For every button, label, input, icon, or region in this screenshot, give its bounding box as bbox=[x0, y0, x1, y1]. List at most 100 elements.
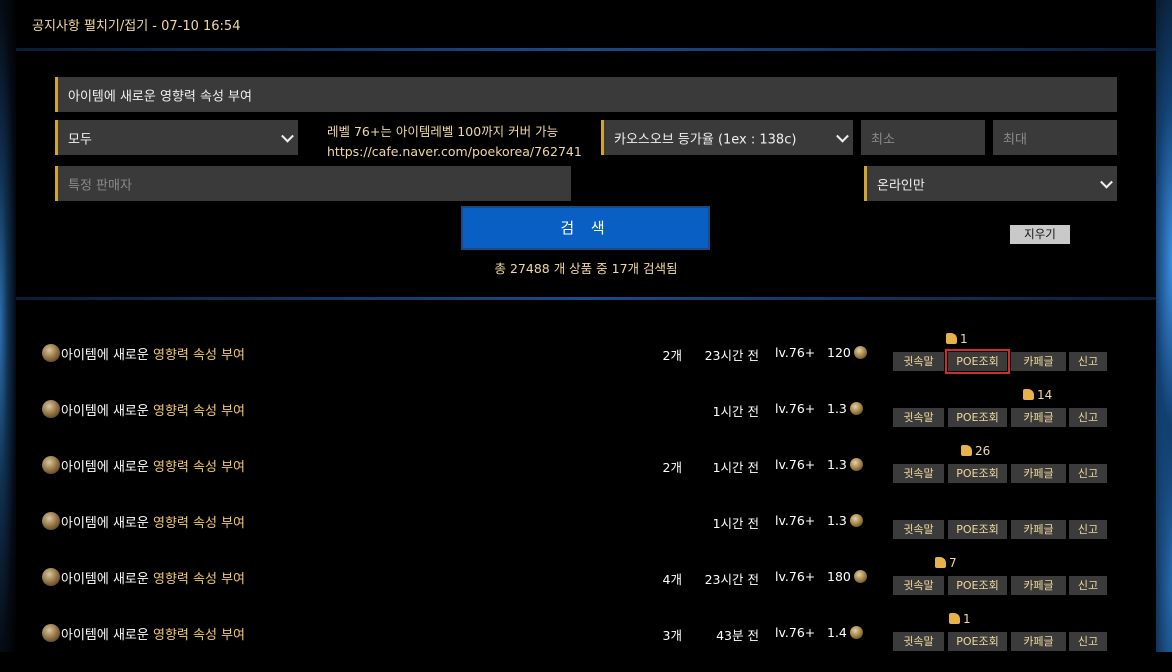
item-name[interactable]: 아이템에 새로운 영향력 속성 부여 bbox=[61, 400, 245, 419]
quantity: 4개 bbox=[662, 572, 682, 587]
item-orb-icon bbox=[42, 568, 60, 586]
quantity: 3개 bbox=[662, 628, 682, 643]
price-value: 1.4 bbox=[827, 625, 847, 640]
listing-row: 아이템에 새로운 영향력 속성 부여 2개 23시간 전 lv.76+ 120 … bbox=[16, 332, 1156, 392]
cafe-post-button[interactable]: 카페글 bbox=[1011, 576, 1066, 595]
item-orb-icon bbox=[42, 624, 60, 642]
whisper-button[interactable]: 귓속말 bbox=[893, 408, 944, 427]
poe-lookup-button[interactable]: POE조회 bbox=[948, 408, 1007, 427]
report-button[interactable]: 신고 bbox=[1069, 632, 1107, 651]
like-count-value: 1 bbox=[960, 332, 968, 346]
main-content: 공지사항 펼치기/접기 - 07-10 16:54 아이템에 새로운 영향력 속… bbox=[16, 0, 1156, 652]
listed-time: 23시간 전 bbox=[704, 348, 759, 363]
online-status-selected: 온라인만 bbox=[877, 178, 925, 193]
like-count[interactable]: 1 bbox=[949, 612, 971, 626]
listed-time: 1시간 전 bbox=[712, 460, 759, 475]
quantity: 2개 bbox=[662, 460, 682, 475]
min-price-placeholder: 최소 bbox=[871, 132, 895, 147]
item-name[interactable]: 아이템에 새로운 영향력 속성 부여 bbox=[61, 456, 245, 475]
currency-orb-icon bbox=[853, 346, 867, 359]
currency-orb-icon bbox=[853, 570, 867, 583]
report-button[interactable]: 신고 bbox=[1069, 520, 1107, 539]
listing-row: 아이템에 새로운 영향력 속성 부여 4개 23시간 전 lv.76+ 180 … bbox=[16, 556, 1156, 616]
like-count[interactable]: 14 bbox=[1023, 388, 1052, 402]
cafe-post-button[interactable]: 카페글 bbox=[1011, 352, 1066, 371]
item-orb-icon bbox=[42, 400, 60, 418]
chevron-down-icon bbox=[281, 129, 294, 143]
report-button[interactable]: 신고 bbox=[1069, 576, 1107, 595]
thumbs-up-icon bbox=[946, 333, 957, 344]
price-value: 1.3 bbox=[827, 401, 847, 416]
currency-orb-icon bbox=[849, 514, 863, 527]
cafe-post-button[interactable]: 카페글 bbox=[1011, 408, 1066, 427]
currency-selected: 카오스오브 등가율 (1ex : 138c) bbox=[614, 132, 797, 147]
cafe-post-button[interactable]: 카페글 bbox=[1011, 632, 1066, 651]
listing-row: 아이템에 새로운 영향력 속성 부여 1시간 전 lv.76+ 1.3 귓속말 … bbox=[16, 504, 1156, 560]
whisper-button[interactable]: 귓속말 bbox=[893, 576, 944, 595]
price-value: 1.3 bbox=[827, 513, 847, 528]
poe-lookup-button[interactable]: POE조회 bbox=[948, 520, 1007, 539]
max-price-input[interactable]: 최대 bbox=[993, 120, 1117, 155]
cafe-post-button[interactable]: 카페글 bbox=[1011, 520, 1066, 539]
category-select[interactable]: 모두 bbox=[55, 120, 298, 155]
thumbs-up-icon bbox=[935, 557, 946, 568]
item-name-value: 아이템에 새로운 영향력 속성 부여 bbox=[68, 89, 252, 104]
price: 180 bbox=[827, 569, 867, 584]
background-art-left bbox=[0, 0, 16, 652]
listed-time: 1시간 전 bbox=[712, 516, 759, 531]
item-level: lv.76+ bbox=[775, 457, 816, 472]
online-status-select[interactable]: 온라인만 bbox=[864, 166, 1117, 201]
item-name[interactable]: 아이템에 새로운 영향력 속성 부여 bbox=[61, 624, 245, 643]
thumbs-up-icon bbox=[961, 445, 972, 456]
like-count[interactable]: 26 bbox=[961, 444, 990, 458]
notice-toggle-link[interactable]: 공지사항 펼치기/접기 - 07-10 16:54 bbox=[32, 15, 240, 34]
search-button[interactable]: 검 색 bbox=[461, 206, 710, 250]
poe-lookup-button[interactable]: POE조회 bbox=[948, 576, 1007, 595]
cafe-post-button[interactable]: 카페글 bbox=[1011, 464, 1066, 483]
like-count[interactable]: 1 bbox=[946, 332, 968, 346]
item-orb-icon bbox=[42, 456, 60, 474]
whisper-button[interactable]: 귓속말 bbox=[893, 464, 944, 483]
divider bbox=[16, 48, 1156, 51]
item-name[interactable]: 아이템에 새로운 영향력 속성 부여 bbox=[61, 568, 245, 587]
currency-orb-icon bbox=[849, 626, 863, 639]
seller-input[interactable]: 특정 판매자 bbox=[55, 166, 571, 201]
item-orb-icon bbox=[42, 512, 60, 530]
report-button[interactable]: 신고 bbox=[1069, 464, 1107, 483]
whisper-button[interactable]: 귓속말 bbox=[893, 632, 944, 651]
item-name-accent: 영향력 속성 부여 bbox=[153, 516, 245, 531]
item-name-main: 아이템에 새로운 bbox=[61, 404, 153, 419]
currency-orb-icon bbox=[849, 458, 863, 471]
item-level: lv.76+ bbox=[775, 569, 816, 584]
item-name-accent: 영향력 속성 부여 bbox=[153, 460, 245, 475]
whisper-button[interactable]: 귓속말 bbox=[893, 520, 944, 539]
result-summary: 총 27488 개 상품 중 17개 검색됨 bbox=[494, 261, 678, 276]
like-count-value: 1 bbox=[963, 612, 971, 626]
whisper-button[interactable]: 귓속말 bbox=[893, 352, 944, 371]
like-count-value: 14 bbox=[1037, 388, 1053, 402]
currency-orb-icon bbox=[849, 402, 863, 415]
price: 1.3 bbox=[827, 401, 863, 416]
poe-lookup-button[interactable]: POE조회 bbox=[948, 632, 1007, 651]
min-price-input[interactable]: 최소 bbox=[861, 120, 985, 155]
item-name[interactable]: 아이템에 새로운 영향력 속성 부여 bbox=[61, 344, 245, 363]
poe-lookup-button[interactable]: POE조회 bbox=[948, 464, 1007, 483]
listed-time: 23시간 전 bbox=[704, 572, 759, 587]
item-name-accent: 영향력 속성 부여 bbox=[153, 628, 245, 643]
item-level: lv.76+ bbox=[775, 513, 816, 528]
like-count-value: 7 bbox=[949, 556, 957, 570]
item-name-accent: 영향력 속성 부여 bbox=[153, 404, 245, 419]
thumbs-up-icon bbox=[1023, 389, 1034, 400]
currency-select[interactable]: 카오스오브 등가율 (1ex : 138c) bbox=[601, 120, 853, 155]
cafe-link[interactable]: https://cafe.naver.com/poekorea/762741 bbox=[327, 142, 582, 162]
listing-row: 아이템에 새로운 영향력 속성 부여 3개 43분 전 lv.76+ 1.4 1… bbox=[16, 612, 1156, 672]
price: 1.3 bbox=[827, 457, 863, 472]
item-name[interactable]: 아이템에 새로운 영향력 속성 부여 bbox=[61, 512, 245, 531]
clear-button[interactable]: 지우기 bbox=[1010, 225, 1070, 244]
report-button[interactable]: 신고 bbox=[1069, 408, 1107, 427]
item-name-field[interactable]: 아이템에 새로운 영향력 속성 부여 bbox=[55, 77, 1117, 112]
report-button[interactable]: 신고 bbox=[1069, 352, 1107, 371]
like-count[interactable]: 7 bbox=[935, 556, 957, 570]
poe-lookup-button[interactable]: POE조회 bbox=[945, 349, 1010, 374]
search-panel: 아이템에 새로운 영향력 속성 부여 모두 레벨 76+는 아이템레벨 100까… bbox=[16, 52, 1156, 297]
